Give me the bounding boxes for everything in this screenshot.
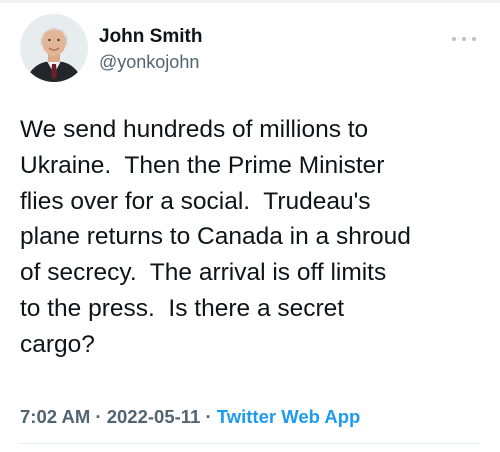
tweet-card: John Smith @yonkojohn We send hundreds o…: [0, 0, 500, 452]
avatar[interactable]: [20, 14, 88, 82]
tweet-text-line: to the press. Is there a secret: [20, 294, 345, 322]
tweet-text: We send hundreds of millions to Ukraine.…: [20, 112, 490, 363]
author-handle[interactable]: @yonkojohn: [99, 51, 202, 73]
tweet-text-line: flies over for a social. Trudeau's: [20, 187, 371, 215]
meta-separator: ·: [90, 406, 107, 427]
more-dot: [472, 37, 476, 41]
tweet-author: John Smith @yonkojohn: [99, 26, 202, 73]
profile-photo-icon: [20, 14, 88, 82]
author-display-name[interactable]: John Smith: [99, 26, 202, 48]
bottom-divider: [20, 443, 480, 444]
tweet-text-line: of secrecy. The arrival is off limits: [20, 259, 387, 287]
tweet-text-line: Ukraine. Then the Prime Minister: [20, 151, 385, 179]
more-horizontal-icon[interactable]: [452, 34, 476, 44]
tweet-date[interactable]: 2022-05-11: [107, 406, 201, 427]
tweet-text-line: We send hundreds of millions to: [20, 116, 369, 143]
tweet-meta: 7:02 AM · 2022-05-11 · Twitter Web App: [20, 405, 360, 429]
more-dot: [462, 37, 466, 41]
tweet-text-line: cargo?: [20, 330, 95, 358]
tweet-source-link[interactable]: Twitter Web App: [217, 406, 361, 427]
tweet-time[interactable]: 7:02 AM: [20, 406, 90, 427]
meta-separator: ·: [200, 406, 217, 427]
tweet-text-line: plane returns to Canada in a shroud: [20, 223, 411, 251]
more-dot: [452, 37, 456, 41]
